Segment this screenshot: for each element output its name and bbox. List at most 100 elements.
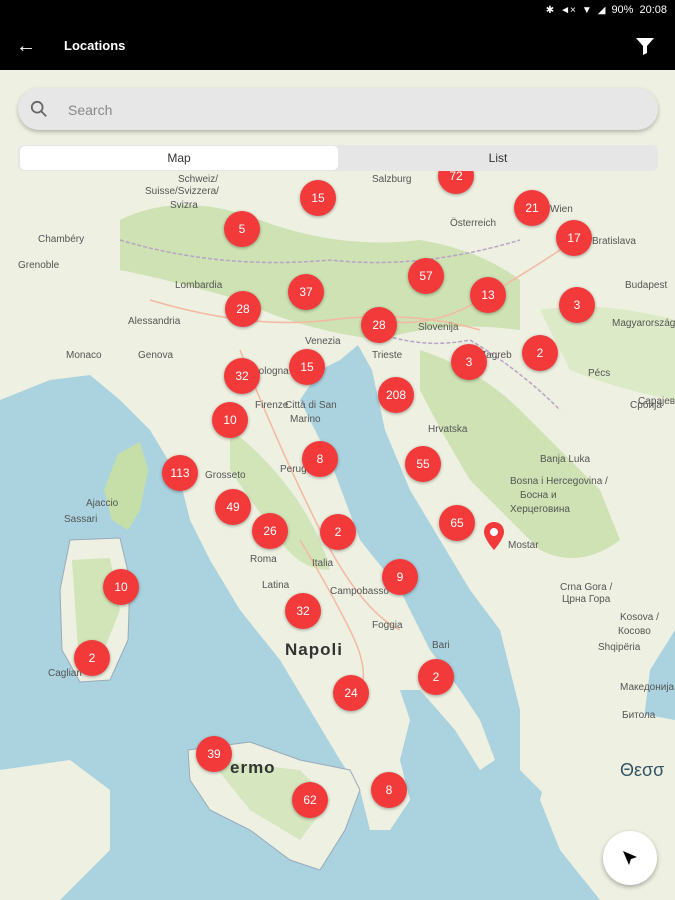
location-pin-icon[interactable] — [484, 522, 504, 550]
cluster-marker[interactable]: 15 — [300, 180, 336, 216]
cluster-marker[interactable]: 10 — [212, 402, 248, 438]
cluster-marker[interactable]: 32 — [224, 358, 260, 394]
place-label: Foggia — [372, 620, 403, 631]
cluster-marker[interactable]: 208 — [378, 377, 414, 413]
place-label: Marino — [290, 414, 321, 425]
place-label: Bosna i Hercegovina / — [510, 476, 608, 487]
filter-button[interactable] — [633, 34, 657, 58]
place-label: Genova — [138, 350, 174, 361]
place-label: Latina — [262, 580, 290, 591]
cluster-marker[interactable]: 49 — [215, 489, 251, 525]
place-label: Svizra — [170, 200, 198, 211]
place-label: Monaco — [66, 350, 102, 361]
place-label: Ajaccio — [86, 498, 119, 509]
cluster-marker[interactable]: 5 — [224, 211, 260, 247]
wifi-icon: ▼ — [581, 4, 592, 16]
map-view[interactable]: Schweiz/ Suisse/Svizzera/ Svizra Österre… — [0, 70, 675, 900]
tab-map[interactable]: Map — [20, 146, 338, 170]
cluster-marker[interactable]: 65 — [439, 505, 475, 541]
cluster-marker[interactable]: 2 — [522, 335, 558, 371]
cluster-marker[interactable]: 15 — [289, 349, 325, 385]
place-label: Hrvatska — [428, 424, 468, 435]
place-label: Alessandria — [128, 316, 181, 327]
arrow-back-icon: ← — [16, 34, 36, 57]
tab-list[interactable]: List — [340, 146, 656, 170]
cluster-marker[interactable]: 13 — [470, 277, 506, 313]
back-button[interactable]: ← — [12, 32, 40, 60]
cluster-marker[interactable]: 2 — [74, 640, 110, 676]
place-label: Mostar — [508, 540, 539, 551]
place-label: Magyarország — [612, 318, 675, 329]
place-label: Косово — [618, 626, 651, 637]
place-label: Shqipëria — [598, 642, 641, 653]
view-toggle: Map List — [18, 145, 658, 171]
place-label: Црна Гора — [562, 594, 611, 605]
place-label: Schweiz/ — [178, 174, 219, 185]
cluster-marker[interactable]: 28 — [361, 307, 397, 343]
cluster-marker[interactable]: 62 — [292, 782, 328, 818]
place-label: Budapest — [625, 280, 668, 291]
cluster-marker[interactable]: 28 — [225, 291, 261, 327]
my-location-button[interactable] — [603, 831, 657, 885]
cluster-marker[interactable]: 17 — [556, 220, 592, 256]
place-label: Suisse/Svizzera/ — [145, 186, 219, 197]
place-label: Trieste — [372, 350, 403, 361]
search-input[interactable] — [66, 98, 630, 122]
search-icon — [30, 100, 47, 117]
battery-level: 90% — [611, 4, 634, 16]
place-label: Битола — [622, 710, 656, 721]
cluster-marker[interactable]: 3 — [559, 287, 595, 323]
cluster-marker[interactable]: 113 — [162, 455, 198, 491]
cluster-marker[interactable]: 3 — [451, 344, 487, 380]
place-label: Македонија — [620, 682, 675, 693]
place-label: Chambéry — [38, 234, 85, 245]
place-label: Campobasso — [330, 586, 389, 597]
mute-icon: ◄× — [560, 4, 576, 16]
place-label: Cagliari — [48, 668, 82, 679]
cluster-marker[interactable]: 26 — [252, 513, 288, 549]
place-label: Banja Luka — [540, 454, 591, 465]
place-label: Lombardia — [175, 280, 223, 291]
cluster-marker[interactable]: 2 — [418, 659, 454, 695]
filter-icon — [636, 38, 654, 55]
place-label: Venezia — [305, 336, 341, 347]
place-label: Città di San — [285, 400, 337, 411]
cluster-marker[interactable]: 32 — [285, 593, 321, 629]
place-label: Сарајево — [638, 396, 675, 407]
cluster-marker[interactable]: 24 — [333, 675, 369, 711]
cluster-marker[interactable]: 21 — [514, 190, 550, 226]
place-label: Crna Gora / — [560, 582, 613, 593]
cluster-marker[interactable]: 55 — [405, 446, 441, 482]
place-label: Grenoble — [18, 260, 60, 271]
clock: 20:08 — [639, 4, 667, 16]
place-label: Grosseto — [205, 470, 246, 481]
app-bar: ← Locations — [0, 22, 675, 70]
cluster-marker[interactable]: 10 — [103, 569, 139, 605]
cluster-marker[interactable]: 8 — [302, 441, 338, 477]
cluster-marker[interactable]: 8 — [371, 772, 407, 808]
place-label: Херцеговина — [510, 504, 570, 515]
cluster-marker[interactable]: 39 — [196, 736, 232, 772]
cluster-marker[interactable]: 2 — [320, 514, 356, 550]
cluster-marker[interactable]: 37 — [288, 274, 324, 310]
place-label: Sassari — [64, 514, 98, 525]
page-title: Locations — [64, 38, 126, 53]
place-label: Wien — [550, 204, 573, 215]
place-label: Pécs — [588, 368, 611, 379]
place-label: Napoli — [285, 640, 343, 659]
place-label: Salzburg — [372, 174, 412, 185]
status-bar: ✱ ◄× ▼ ◢ 90% 20:08 — [0, 0, 675, 22]
place-label: Firenze — [255, 400, 289, 411]
cluster-marker[interactable]: 57 — [408, 258, 444, 294]
place-label: ermo — [230, 758, 276, 777]
cluster-marker[interactable]: 9 — [382, 559, 418, 595]
search-bar[interactable] — [18, 88, 658, 130]
signal-icon: ◢ — [597, 4, 606, 16]
place-label: Kosova / — [620, 612, 659, 623]
place-label: Θεσσ — [620, 760, 665, 780]
bluetooth-icon: ✱ — [545, 4, 555, 16]
place-label: Roma — [250, 554, 277, 565]
place-label: Босна и — [520, 490, 557, 501]
place-label: Österreich — [450, 218, 497, 229]
navigation-arrow-icon — [623, 851, 637, 865]
